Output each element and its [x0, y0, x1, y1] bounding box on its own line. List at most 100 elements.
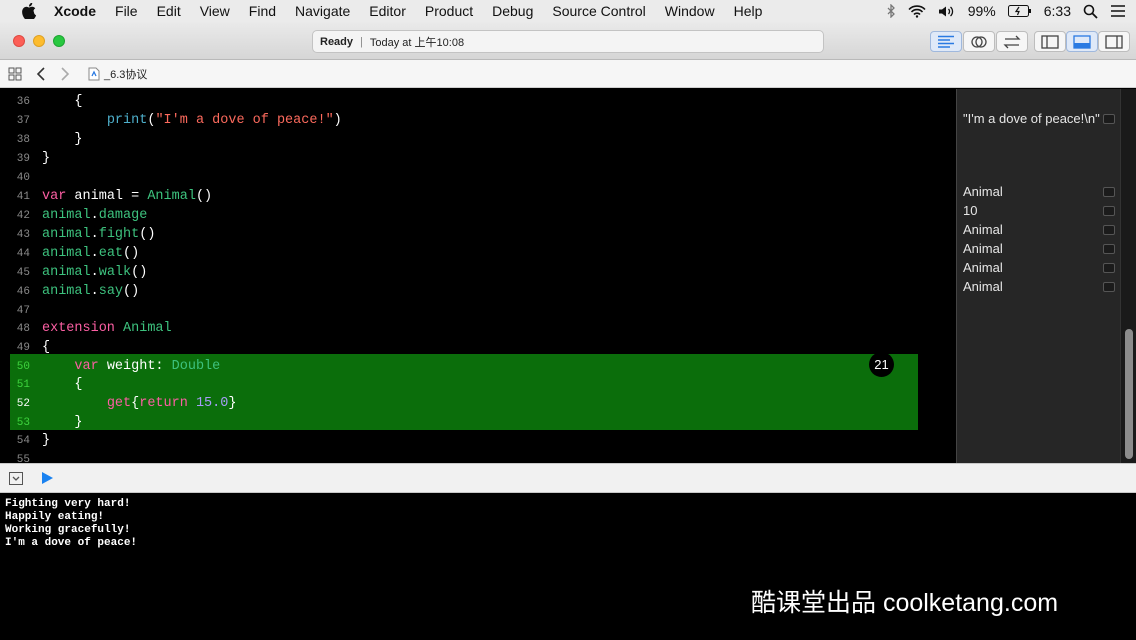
breadcrumb-file[interactable]: _6.3协议 [88, 66, 147, 82]
code-text: var animal = Animal() [42, 189, 213, 204]
code-editor[interactable]: 21 36 { 37 print("I'm a dove of peace!")… [0, 89, 956, 463]
code-text: { [42, 94, 83, 109]
line-number: 38 [16, 133, 30, 146]
line-number: 52 [16, 397, 30, 410]
code-text: get{return 15.0} [106, 396, 237, 411]
code-line: 53 } [0, 413, 956, 432]
line-number: 50 [16, 360, 30, 373]
scrollbar-thumb[interactable] [1125, 329, 1133, 459]
vertical-scrollbar[interactable] [1120, 89, 1136, 463]
code-text: animal.say() [42, 284, 140, 299]
arrows-swap-icon [1003, 35, 1021, 48]
forward-chevron-icon[interactable] [60, 66, 70, 81]
console-line: Fighting very hard! [5, 498, 131, 510]
playground-file-icon [88, 67, 100, 80]
quick-look-icon[interactable] [1103, 206, 1115, 216]
align-lines-icon [938, 35, 954, 48]
result-value[interactable]: Animal [963, 222, 1003, 237]
toggle-debug-area-button[interactable] [1066, 31, 1098, 52]
notification-center-icon[interactable] [1110, 4, 1126, 18]
watermark: 酷课堂出品 coolketang.com [751, 589, 1059, 617]
standard-editor-button[interactable] [930, 31, 962, 52]
code-line: 47 [0, 301, 956, 320]
menu-product[interactable]: Product [425, 3, 473, 19]
code-line: 44 animal.eat() [0, 244, 956, 263]
run-play-icon[interactable] [41, 471, 54, 485]
battery-percent: 99% [967, 3, 996, 19]
result-value[interactable]: Animal [963, 260, 1003, 275]
quick-look-icon[interactable] [1103, 282, 1115, 292]
quick-look-icon[interactable] [1103, 225, 1115, 235]
code-line: 37 print("I'm a dove of peace!") [0, 111, 956, 130]
code-line: 42 animal.damage [0, 206, 956, 225]
code-line: 51 { [0, 375, 956, 394]
assistant-editor-button[interactable] [963, 31, 995, 52]
line-number: 41 [16, 190, 30, 203]
line-number: 47 [16, 304, 30, 317]
line-number: 37 [16, 114, 30, 127]
console-line: Happily eating! [5, 511, 105, 523]
menu-help[interactable]: Help [734, 3, 763, 19]
menu-window[interactable]: Window [665, 3, 715, 19]
hide-debug-area-icon[interactable] [9, 471, 23, 485]
code-text: animal.eat() [42, 246, 140, 261]
code-text: } [42, 132, 83, 147]
results-sidebar: "I'm a dove of peace!\n" Animal 10 Anima… [956, 89, 1120, 463]
code-line: 52 get{return 15.0} [0, 394, 956, 413]
bluetooth-icon[interactable] [886, 4, 896, 18]
quick-look-icon[interactable] [1103, 263, 1115, 273]
menu-debug[interactable]: Debug [492, 3, 533, 19]
version-editor-button[interactable] [996, 31, 1028, 52]
window-toolbar: Ready | Today at 上午10:08 [0, 22, 1136, 60]
minimize-window-button[interactable] [33, 35, 45, 47]
close-window-button[interactable] [13, 35, 25, 47]
menu-file[interactable]: File [115, 3, 138, 19]
battery-icon[interactable] [1007, 5, 1032, 17]
menu-view[interactable]: View [200, 3, 230, 19]
activity-status-bar: Ready | Today at 上午10:08 [312, 30, 824, 53]
quick-look-icon[interactable] [1103, 187, 1115, 197]
line-number: 39 [16, 152, 30, 165]
menu-edit[interactable]: Edit [157, 3, 181, 19]
toggle-utilities-button[interactable] [1098, 31, 1130, 52]
toggle-navigator-button[interactable] [1034, 31, 1066, 52]
code-text: extension Animal [42, 321, 172, 336]
result-value[interactable]: Animal [963, 184, 1003, 199]
related-items-grid-icon[interactable] [8, 67, 22, 81]
zoom-window-button[interactable] [53, 35, 65, 47]
volume-icon[interactable] [938, 5, 956, 18]
search-icon[interactable] [1083, 4, 1098, 19]
result-value[interactable]: Animal [963, 279, 1003, 294]
line-number: 51 [16, 378, 30, 391]
line-number: 42 [16, 209, 30, 222]
code-text: print("I'm a dove of peace!") [106, 113, 342, 128]
line-number: 43 [16, 228, 30, 241]
menu-editor[interactable]: Editor [369, 3, 406, 19]
quick-look-icon[interactable] [1103, 114, 1115, 124]
line-number: 45 [16, 266, 30, 279]
jump-bar: _6.3协议 [0, 60, 1136, 88]
status-time: Today at 上午10:08 [369, 36, 465, 49]
menu-source-control[interactable]: Source Control [552, 3, 645, 19]
clock[interactable]: 6:33 [1044, 3, 1071, 19]
menu-navigate[interactable]: Navigate [295, 3, 350, 19]
apple-logo-icon[interactable] [20, 3, 38, 19]
debug-bar [0, 463, 1136, 493]
code-line: 39} [0, 149, 956, 168]
quick-look-icon[interactable] [1103, 244, 1115, 254]
result-value[interactable]: "I'm a dove of peace!\n" [963, 111, 1100, 126]
console-line: Working gracefully! [5, 524, 131, 536]
code-line: 55 [0, 450, 956, 464]
menu-find[interactable]: Find [249, 3, 276, 19]
result-value[interactable]: Animal [963, 241, 1003, 256]
breadcrumb-file-label: _6.3协议 [104, 68, 148, 81]
status-area: 99% 6:33 [886, 0, 1126, 22]
wifi-icon[interactable] [908, 4, 926, 18]
code-line: 45 animal.walk() [0, 263, 956, 282]
line-number: 48 [16, 322, 30, 335]
left-panel-icon [1041, 34, 1059, 49]
back-chevron-icon[interactable] [36, 66, 46, 81]
code-line: 41 var animal = Animal() [0, 187, 956, 206]
result-value[interactable]: 10 [963, 203, 977, 218]
menu-xcode[interactable]: Xcode [54, 3, 96, 19]
